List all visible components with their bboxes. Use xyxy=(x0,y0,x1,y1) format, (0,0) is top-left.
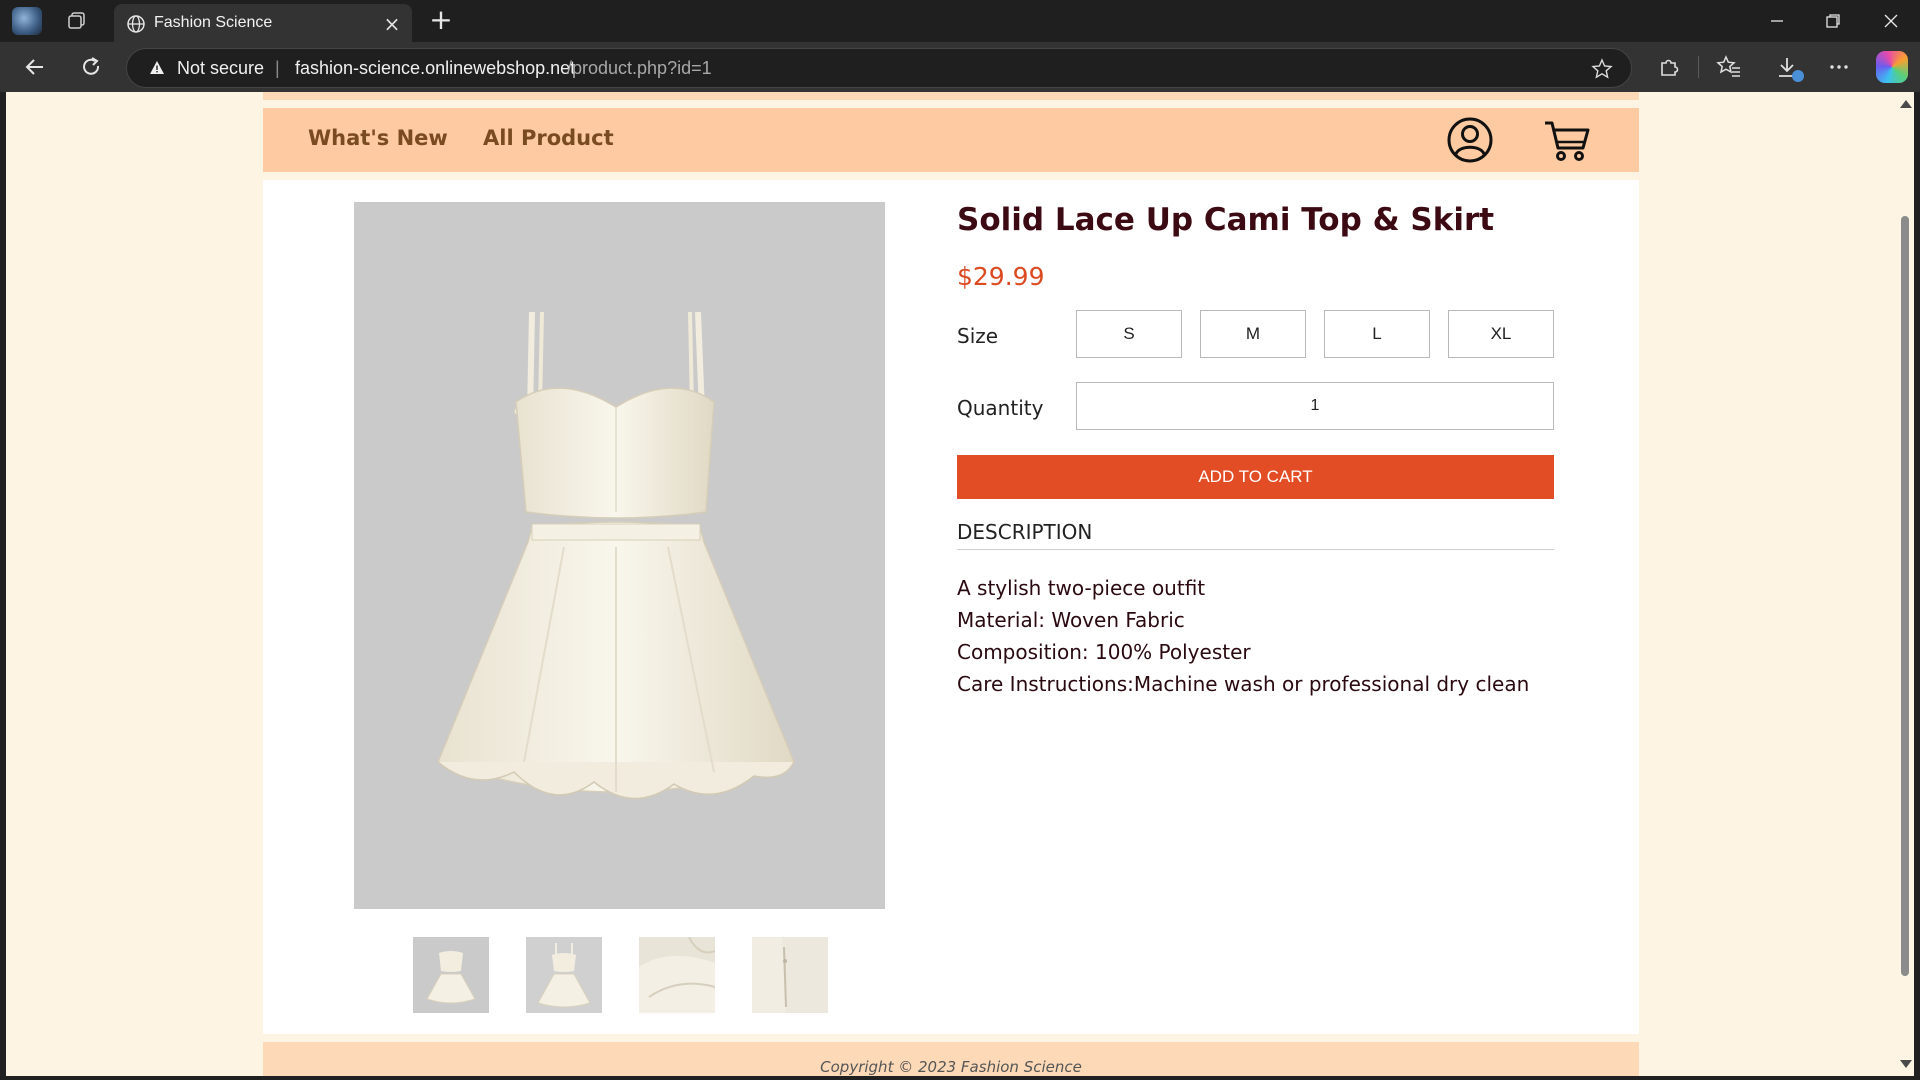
page-scrollbar[interactable] xyxy=(1896,92,1914,1076)
minimize-icon[interactable] xyxy=(1766,10,1788,32)
quantity-input[interactable] xyxy=(1076,382,1554,430)
description-heading: DESCRIPTION xyxy=(957,520,1093,544)
reload-icon[interactable] xyxy=(78,54,104,80)
more-icon[interactable] xyxy=(1826,54,1852,80)
toolbar-separator xyxy=(1698,56,1699,78)
download-badge xyxy=(1792,70,1804,82)
address-bar[interactable]: Not secure | fashion-science.onlinewebsh… xyxy=(126,48,1632,88)
product-thumbnail[interactable] xyxy=(639,937,715,1013)
scrollbar-thumb[interactable] xyxy=(1901,216,1909,976)
browser-tab-bar: Fashion Science × + xyxy=(0,0,1920,42)
description-line: Composition: 100% Polyester xyxy=(957,640,1251,664)
description-text: A stylish two-piece outfit Material: Wov… xyxy=(957,572,1529,700)
profile-icon[interactable] xyxy=(12,7,42,35)
size-option-s[interactable]: S xyxy=(1076,310,1182,358)
globe-icon xyxy=(126,14,146,34)
description-line: A stylish two-piece outfit xyxy=(957,576,1206,600)
account-icon[interactable] xyxy=(1446,116,1494,164)
nav-all-product[interactable]: All Product xyxy=(483,126,614,150)
star-icon[interactable] xyxy=(1591,58,1613,80)
cart-icon[interactable] xyxy=(1542,116,1592,164)
page-viewport: What's New All Product Solid Lace Up Cam… xyxy=(6,92,1896,1076)
favorites-icon[interactable] xyxy=(1716,54,1742,80)
product-thumbnail[interactable] xyxy=(752,937,828,1013)
extensions-icon[interactable] xyxy=(1656,54,1682,80)
size-option-xl[interactable]: XL xyxy=(1448,310,1554,358)
scroll-up-arrow-icon[interactable] xyxy=(1900,100,1912,108)
restore-icon[interactable] xyxy=(1822,10,1844,32)
product-title: Solid Lace Up Cami Top & Skirt xyxy=(957,202,1495,238)
description-line: Material: Woven Fabric xyxy=(957,608,1185,632)
workspaces-icon[interactable] xyxy=(66,11,88,31)
size-option-m[interactable]: M xyxy=(1200,310,1306,358)
product-image xyxy=(354,202,885,909)
window-border xyxy=(1914,92,1920,1076)
close-icon[interactable]: × xyxy=(382,14,402,34)
product-card: Solid Lace Up Cami Top & Skirt $29.99 Si… xyxy=(263,180,1639,1034)
back-arrow-icon[interactable] xyxy=(22,54,48,80)
product-thumbnail[interactable] xyxy=(526,937,602,1013)
close-window-icon[interactable] xyxy=(1880,10,1902,32)
description-line: Care Instructions:Machine wash or profes… xyxy=(957,672,1530,696)
nav-whats-new[interactable]: What's New xyxy=(308,126,448,150)
site-footer: Copyright © 2023 Fashion Science xyxy=(263,1042,1639,1076)
plus-icon[interactable]: + xyxy=(428,6,454,34)
url-host[interactable]: fashion-science.onlinewebshop.net xyxy=(295,58,575,79)
product-price: $29.99 xyxy=(957,262,1045,291)
tab-title: Fashion Science xyxy=(154,14,273,31)
download-icon[interactable] xyxy=(1774,54,1804,82)
copilot-icon[interactable] xyxy=(1876,51,1908,83)
size-label: Size xyxy=(957,324,999,348)
quantity-label: Quantity xyxy=(957,396,1044,420)
browser-tab[interactable]: Fashion Science × xyxy=(114,4,412,42)
copyright-text: Copyright © 2023 Fashion Science xyxy=(820,1058,1082,1076)
header-strip xyxy=(263,92,1639,100)
url-separator: | xyxy=(275,58,280,78)
warning-icon[interactable] xyxy=(149,60,165,76)
product-thumbnail[interactable] xyxy=(413,937,489,1013)
browser-toolbar: Not secure | fashion-science.onlinewebsh… xyxy=(0,42,1920,92)
add-to-cart-button[interactable]: ADD TO CART xyxy=(957,455,1554,499)
window-border xyxy=(0,1076,1920,1080)
description-divider xyxy=(957,549,1554,550)
site-navigation: What's New All Product xyxy=(263,108,1639,172)
url-path[interactable]: /product.php?id=1 xyxy=(567,58,712,79)
scroll-down-arrow-icon[interactable] xyxy=(1900,1060,1912,1068)
size-option-l[interactable]: L xyxy=(1324,310,1430,358)
security-label[interactable]: Not secure xyxy=(177,58,264,79)
